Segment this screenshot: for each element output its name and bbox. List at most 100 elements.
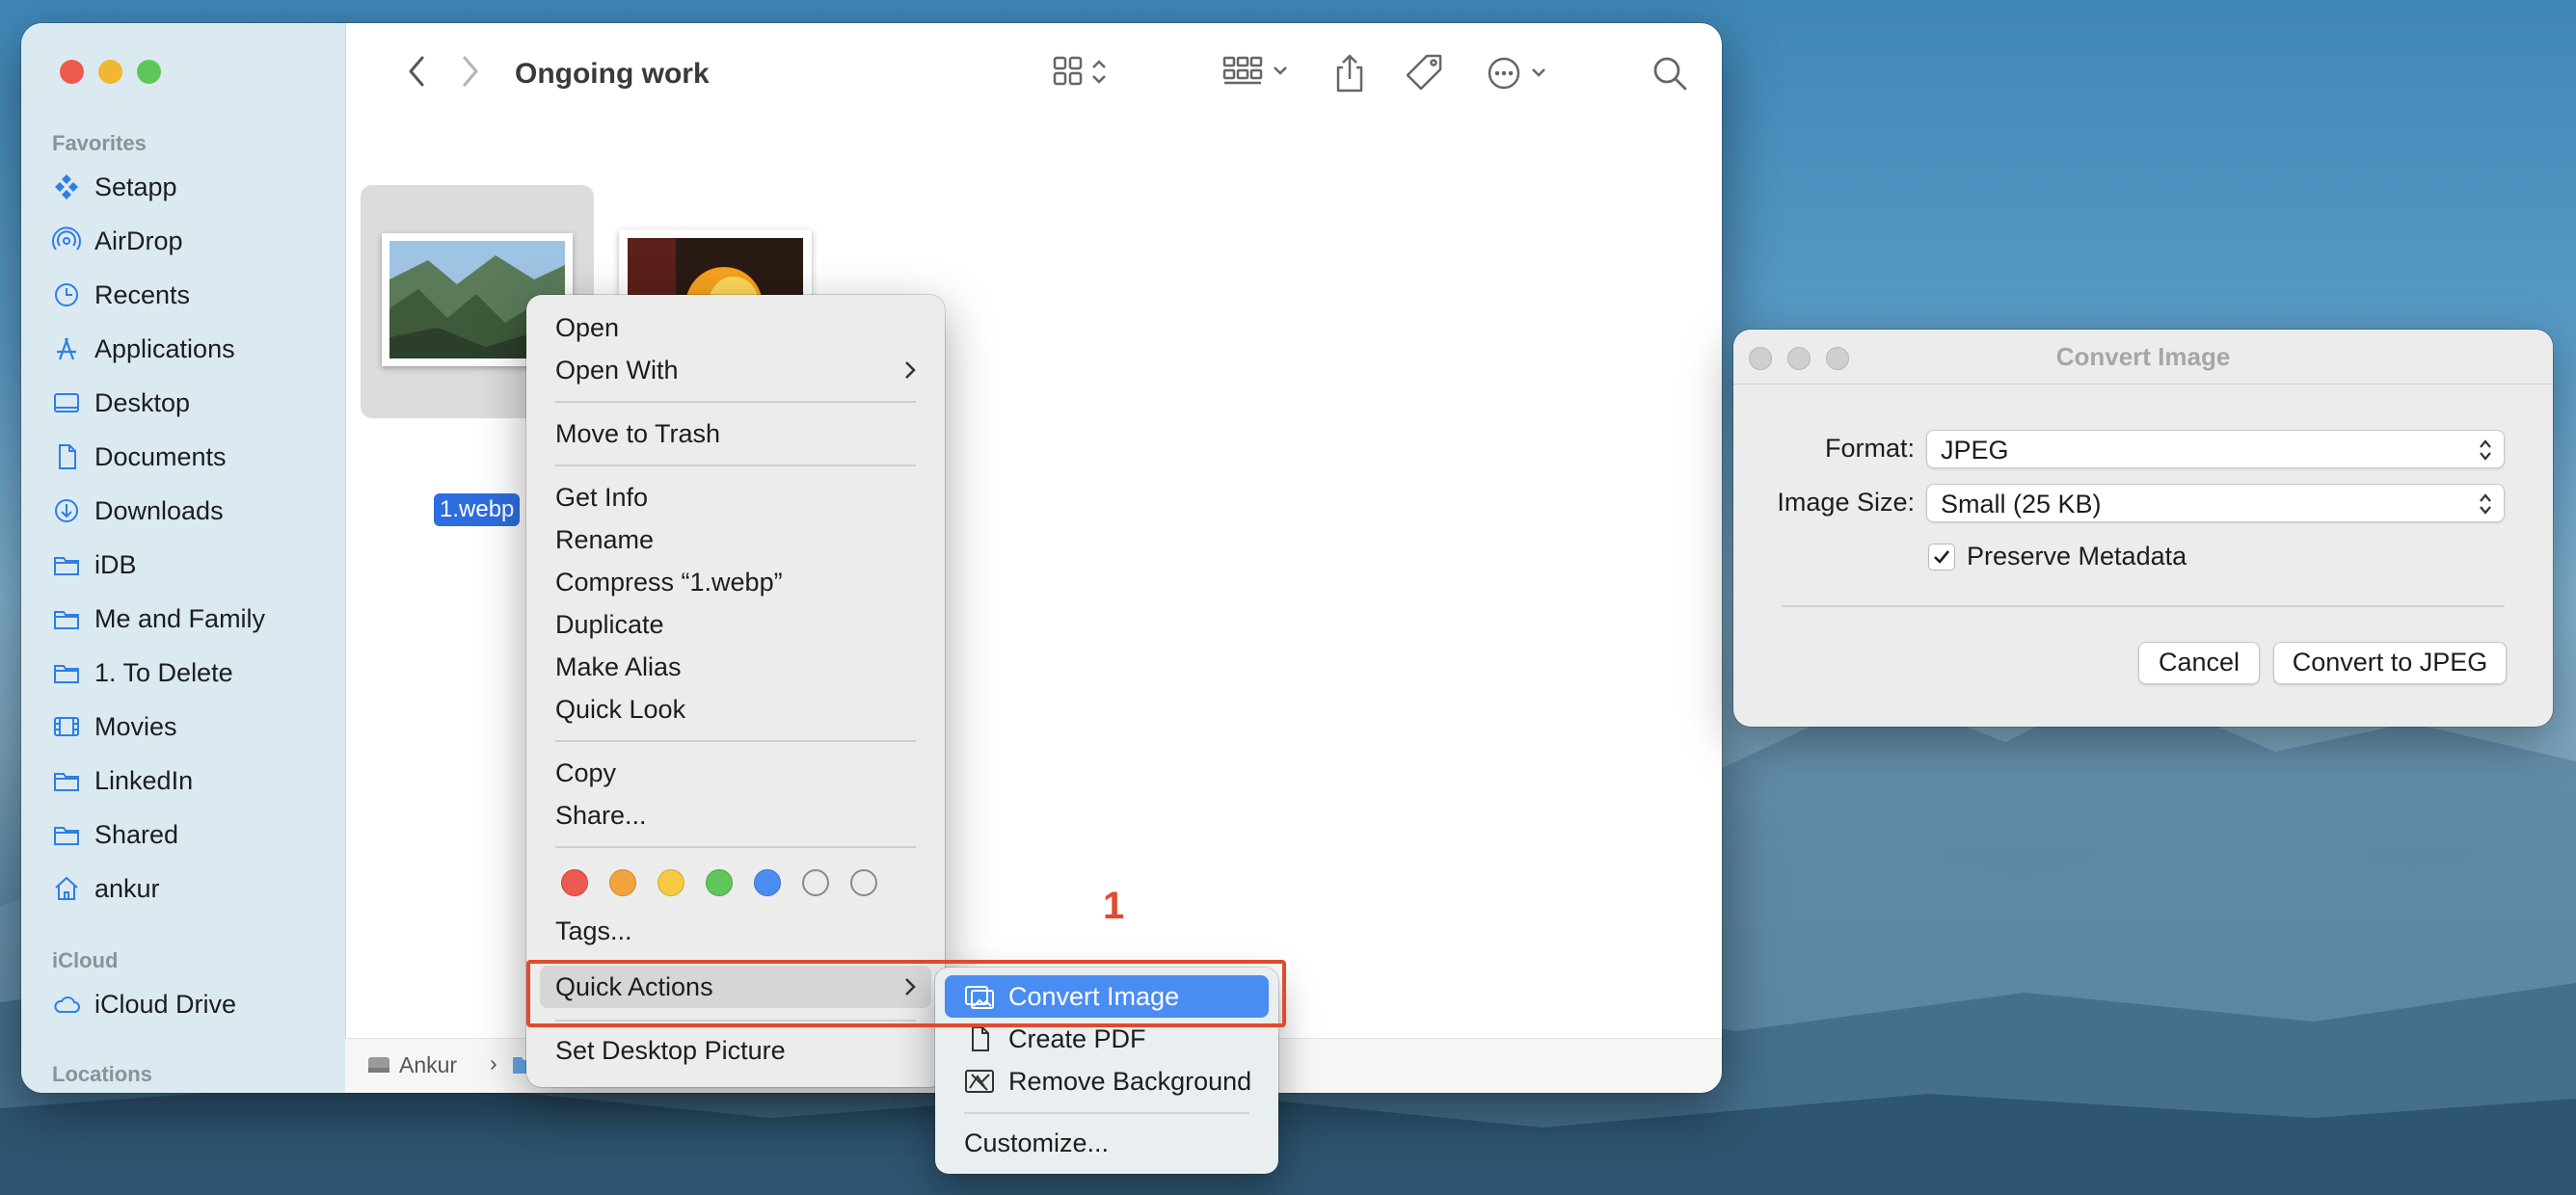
window-title: Ongoing work bbox=[515, 58, 710, 90]
document-icon bbox=[972, 1026, 989, 1051]
annotation-highlight-box bbox=[526, 960, 1286, 1027]
home-icon bbox=[55, 876, 78, 900]
sidebar-item-shared[interactable]: Shared bbox=[52, 815, 178, 854]
menu-separator bbox=[555, 846, 916, 848]
tag-icon[interactable] bbox=[1404, 52, 1446, 94]
sidebar-item-movies[interactable]: Movies bbox=[52, 707, 177, 746]
tag-yellow[interactable] bbox=[657, 869, 684, 896]
sidebar-item-setapp[interactable]: Setapp bbox=[52, 168, 177, 206]
close-button[interactable] bbox=[60, 60, 84, 84]
annotation-step-1: 1 bbox=[1103, 885, 1125, 927]
zoom-button[interactable] bbox=[137, 60, 161, 84]
minimize-button[interactable] bbox=[1787, 347, 1811, 370]
sidebar-item-airdrop[interactable]: AirDrop bbox=[52, 222, 183, 260]
convert-button[interactable]: Convert to JPEG bbox=[2273, 642, 2507, 684]
format-label: Format: bbox=[1824, 434, 1915, 463]
file-label-selected[interactable]: 1.webp bbox=[434, 493, 521, 526]
cloud-icon bbox=[54, 996, 80, 1013]
submenu-item-remove-background[interactable]: Remove Background bbox=[964, 1062, 1251, 1101]
sidebar-item-icloud-drive[interactable]: iCloud Drive bbox=[52, 985, 236, 1023]
path-root[interactable]: Ankur bbox=[399, 1052, 457, 1078]
chevron-right-icon bbox=[905, 361, 916, 379]
tag-orange[interactable] bbox=[609, 869, 636, 896]
sidebar-item-label: AirDrop bbox=[94, 226, 183, 255]
setapp-icon bbox=[55, 174, 78, 199]
sidebar-item-applications[interactable]: Applications bbox=[52, 330, 235, 368]
dialog-divider bbox=[1782, 605, 2505, 607]
icon-view-icon[interactable] bbox=[1051, 52, 1118, 91]
film-icon bbox=[54, 717, 79, 736]
menu-separator bbox=[555, 401, 916, 403]
tag-blue[interactable] bbox=[754, 869, 781, 896]
sidebar-item-to-delete[interactable]: 1. To Delete bbox=[52, 653, 233, 692]
menu-separator bbox=[555, 740, 916, 742]
sidebar-item-downloads[interactable]: Downloads bbox=[52, 491, 224, 530]
sidebar-item-label: iCloud Drive bbox=[94, 989, 237, 1019]
format-select[interactable]: JPEG bbox=[1926, 430, 2505, 468]
menu-item-open[interactable]: Open bbox=[555, 308, 619, 347]
menu-item-compress[interactable]: Compress “1.webp” bbox=[555, 563, 783, 601]
sidebar-item-documents[interactable]: Documents bbox=[52, 438, 227, 476]
preserve-metadata-checkbox[interactable] bbox=[1928, 544, 1955, 571]
sidebar-item-recents[interactable]: Recents bbox=[52, 276, 190, 314]
submenu-item-label: Remove Background bbox=[1008, 1066, 1252, 1096]
hard-drive-icon bbox=[368, 1057, 389, 1073]
menu-item-open-with[interactable]: Open With bbox=[555, 351, 679, 389]
image-size-label: Image Size: bbox=[1777, 488, 1915, 517]
folder-icon bbox=[54, 557, 79, 575]
folder-icon bbox=[54, 773, 79, 791]
menu-item-share[interactable]: Share... bbox=[555, 796, 647, 835]
menu-item-move-to-trash[interactable]: Move to Trash bbox=[555, 414, 720, 453]
submenu-item-label: Create PDF bbox=[1008, 1023, 1146, 1053]
submenu-item-label: Customize... bbox=[964, 1128, 1110, 1157]
group-icon[interactable] bbox=[1221, 52, 1298, 91]
forward-icon[interactable] bbox=[457, 52, 484, 91]
search-icon[interactable] bbox=[1650, 52, 1689, 94]
share-icon[interactable] bbox=[1330, 52, 1369, 94]
sidebar-item-linkedin[interactable]: LinkedIn bbox=[52, 761, 193, 800]
zoom-button[interactable] bbox=[1826, 347, 1849, 370]
submenu-item-customize[interactable]: Customize... bbox=[964, 1124, 1109, 1162]
minimize-button[interactable] bbox=[98, 60, 122, 84]
sidebar-item-label: Recents bbox=[94, 279, 191, 309]
sidebar-item-label: Applications bbox=[94, 333, 235, 363]
clock-icon bbox=[55, 283, 78, 306]
path-separator: › bbox=[490, 1050, 497, 1076]
cancel-button[interactable]: Cancel bbox=[2138, 642, 2260, 684]
menu-item-copy[interactable]: Copy bbox=[555, 754, 616, 792]
menu-item-quick-look[interactable]: Quick Look bbox=[555, 690, 685, 729]
download-icon bbox=[55, 499, 78, 522]
menu-item-make-alias[interactable]: Make Alias bbox=[555, 648, 682, 686]
preserve-metadata-label: Preserve Metadata bbox=[1967, 542, 2187, 571]
menu-item-tags[interactable]: Tags... bbox=[555, 912, 632, 950]
sidebar-item-label: Movies bbox=[94, 711, 177, 741]
sidebar-item-label: LinkedIn bbox=[94, 765, 194, 795]
menu-separator bbox=[555, 465, 916, 466]
tag-gray-empty[interactable] bbox=[802, 869, 829, 896]
image-size-select[interactable]: Small (25 KB) bbox=[1926, 484, 2505, 522]
sidebar-item-desktop[interactable]: Desktop bbox=[52, 384, 190, 422]
locations-section-title: Locations bbox=[52, 1062, 152, 1086]
document-icon bbox=[59, 444, 76, 469]
folder-icon bbox=[54, 827, 79, 845]
close-button[interactable] bbox=[1749, 347, 1772, 370]
menu-separator bbox=[964, 1112, 1249, 1114]
tag-gray-empty[interactable] bbox=[850, 869, 877, 896]
menu-item-set-desktop-picture[interactable]: Set Desktop Picture bbox=[555, 1031, 786, 1070]
dialog-window-controls bbox=[1749, 347, 1849, 370]
sidebar-item-ankur[interactable]: ankur bbox=[52, 869, 160, 908]
menu-item-rename[interactable]: Rename bbox=[555, 520, 654, 559]
tag-color-row bbox=[561, 869, 877, 896]
back-icon[interactable] bbox=[403, 52, 430, 91]
tag-green[interactable] bbox=[706, 869, 733, 896]
favorites-section-title: Favorites bbox=[52, 131, 147, 155]
sidebar-item-label: Me and Family bbox=[94, 603, 266, 633]
sidebar-item-label: Shared bbox=[94, 819, 179, 849]
sidebar-item-label: Desktop bbox=[94, 387, 191, 417]
tag-red[interactable] bbox=[561, 869, 588, 896]
sidebar-item-idb[interactable]: iDB bbox=[52, 545, 137, 584]
sidebar-item-me-and-family[interactable]: Me and Family bbox=[52, 599, 265, 638]
menu-item-duplicate[interactable]: Duplicate bbox=[555, 605, 664, 644]
more-actions-icon[interactable] bbox=[1485, 52, 1556, 94]
menu-item-get-info[interactable]: Get Info bbox=[555, 478, 648, 517]
